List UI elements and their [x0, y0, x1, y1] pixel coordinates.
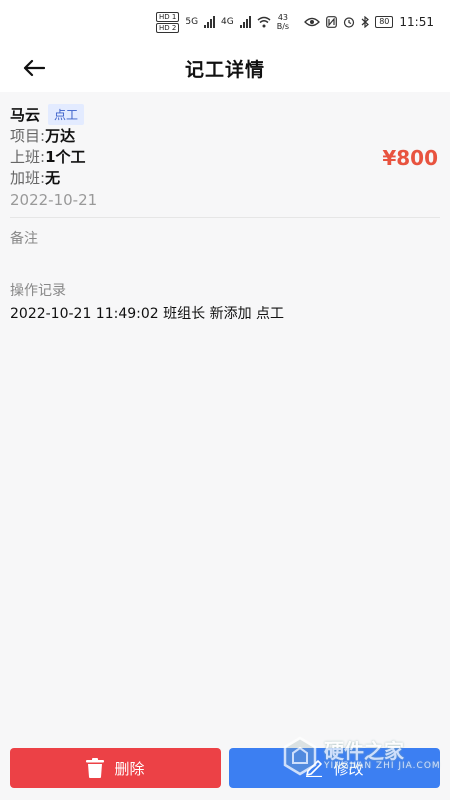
overtime-value: 无: [45, 169, 61, 187]
amount: ¥800: [382, 146, 438, 170]
operation-log-label: 操作记录: [10, 283, 66, 299]
page-title: 记工详情: [184, 58, 265, 81]
hd-badges: HD 1 HD 2: [156, 11, 180, 33]
sig2-label: 4G: [221, 17, 234, 27]
status-bar: HD 1 HD 2 5G 4G 43 B/s 80 11:51: [0, 0, 450, 44]
app-header: 记工详情: [0, 44, 450, 92]
alarm-icon: [344, 17, 355, 28]
overtime-label: 加班:: [10, 169, 46, 187]
work-type-badge: 点工: [48, 103, 85, 125]
pencil-icon: [306, 760, 323, 777]
hd1-badge: HD 1: [156, 11, 180, 22]
signal-icon-2: [239, 16, 251, 28]
net-speed-value: 43: [277, 13, 289, 22]
delete-label: 删除: [114, 759, 145, 778]
divider: [10, 217, 440, 218]
signal-icon: [204, 16, 216, 28]
net-speed-unit: B/s: [276, 22, 290, 31]
remark-label: 备注: [10, 231, 38, 247]
clock: 11:51: [399, 15, 434, 29]
bluetooth-icon: [361, 16, 370, 28]
wifi-icon: [257, 16, 271, 28]
shift-label: 上班:: [10, 148, 46, 166]
nfc-icon: [326, 16, 338, 28]
shift-row: 上班:1个工: [10, 147, 440, 168]
worker-row: 马云 点工: [10, 102, 440, 126]
back-button[interactable]: [20, 54, 48, 82]
trash-icon: [86, 758, 105, 778]
edit-label: 修改: [333, 759, 364, 778]
shift-value: 1个工: [45, 148, 86, 166]
overtime-row: 加班:无: [10, 168, 440, 189]
net-speed: 43 B/s: [277, 13, 289, 31]
worker-name: 马云: [10, 105, 41, 124]
record-card: 马云 点工 项目:万达 上班:1个工 加班:无 2022-10-21 ¥800: [0, 92, 450, 218]
hd2-badge: HD 2: [156, 22, 180, 33]
project-label: 项目:: [10, 127, 46, 145]
battery-icon: 80: [375, 16, 394, 28]
status-right: 80 11:51: [304, 15, 434, 29]
project-row: 项目:万达: [10, 126, 440, 147]
status-indicators: HD 1 HD 2 5G 4G 43 B/s: [156, 11, 289, 33]
edit-button[interactable]: 修改: [229, 748, 440, 788]
record-date: 2022-10-21: [10, 191, 98, 209]
project-value: 万达: [45, 127, 76, 145]
delete-button[interactable]: 删除: [10, 748, 221, 788]
arrow-left-icon: [23, 59, 45, 77]
eye-icon: [304, 17, 321, 27]
sig1-label: 5G: [185, 17, 199, 27]
operation-log-entry: 2022-10-21 11:49:02 班组长 新添加 点工: [10, 306, 285, 322]
